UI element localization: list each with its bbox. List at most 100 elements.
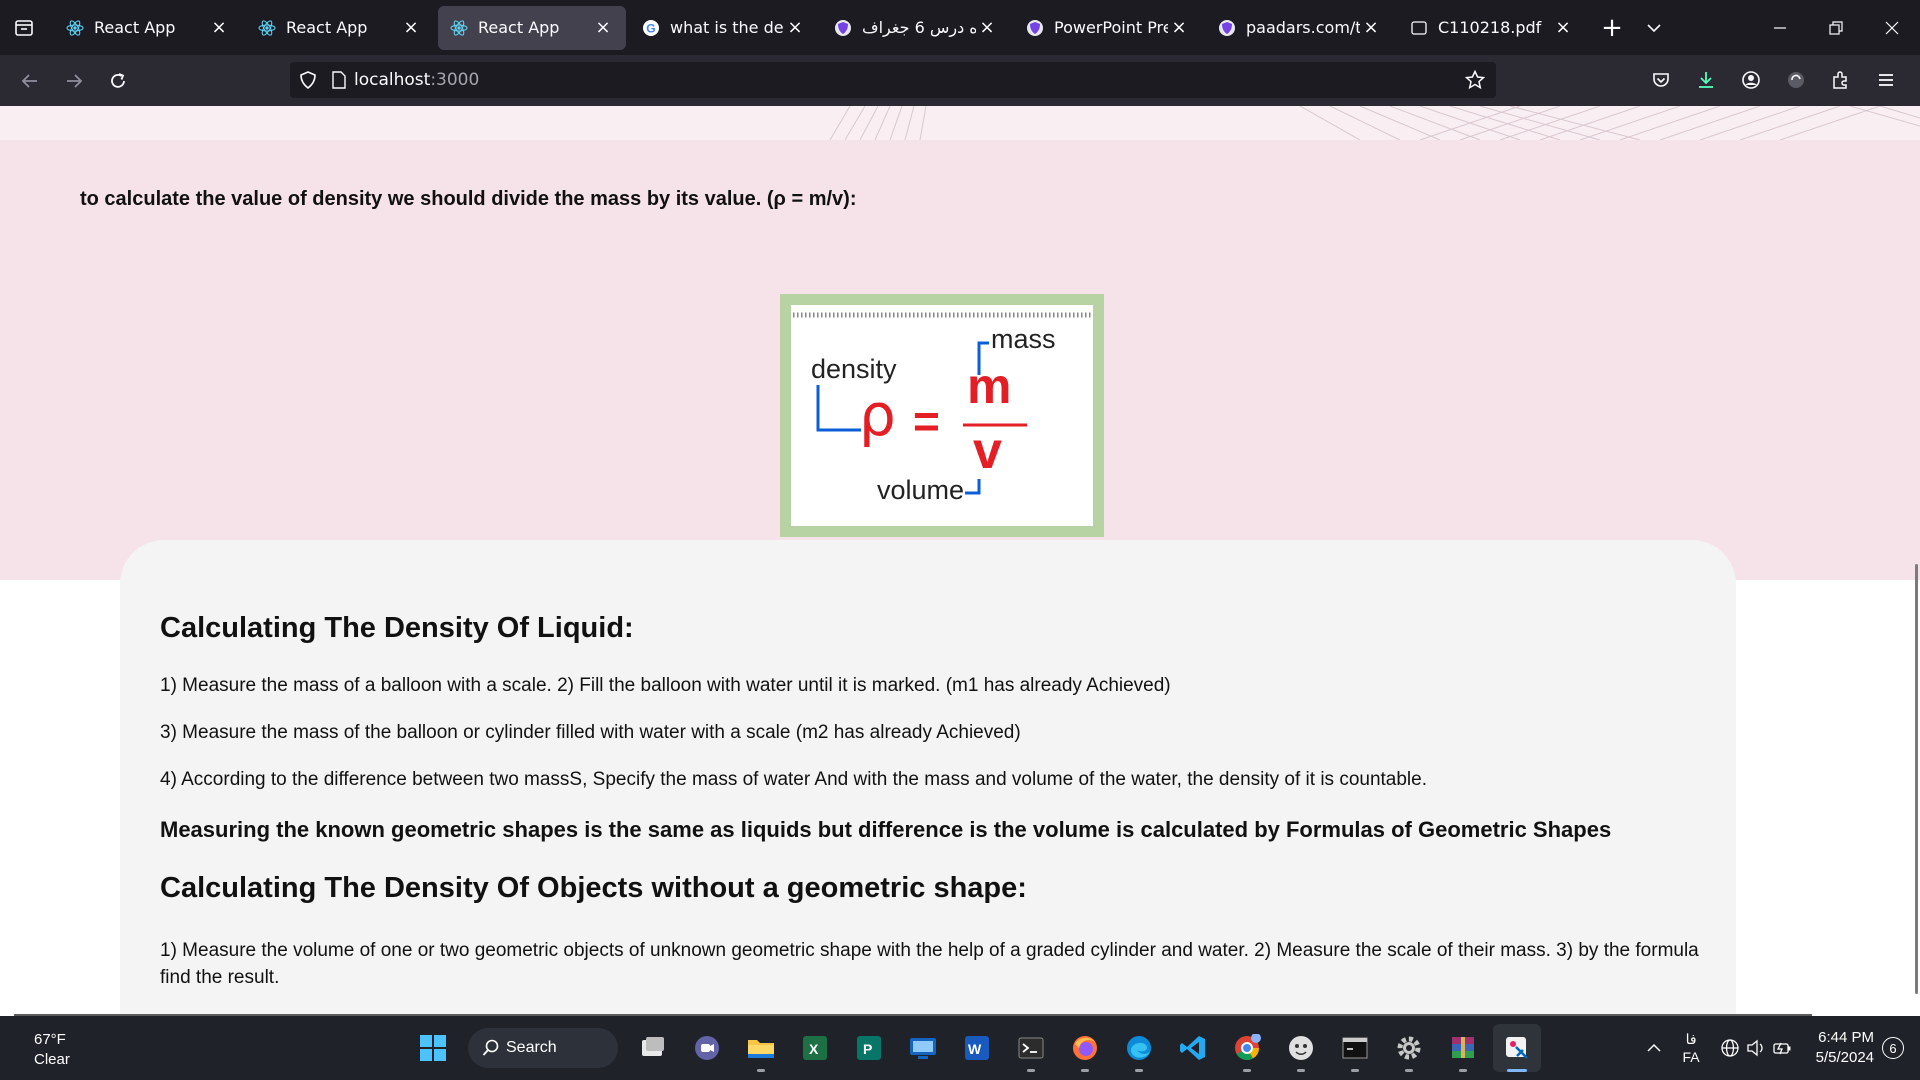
tab-close-icon[interactable]: × bbox=[1168, 17, 1190, 39]
browser-tab[interactable]: C110218.pdf × bbox=[1398, 6, 1586, 50]
pocket-button[interactable] bbox=[1638, 60, 1683, 100]
start-button[interactable] bbox=[409, 1024, 457, 1072]
publisher-button[interactable]: P bbox=[845, 1024, 893, 1072]
tab-title: جزوه درس 6 جغراف bbox=[862, 18, 976, 37]
extension-sync-button[interactable] bbox=[1773, 60, 1818, 100]
browser-tab[interactable]: React App × bbox=[438, 5, 626, 50]
browser-tab[interactable]: PowerPoint Presen× bbox=[1014, 6, 1202, 50]
command-prompt-icon bbox=[1342, 1037, 1368, 1059]
arrow-right-icon bbox=[67, 73, 83, 88]
browser-tab[interactable]: React App × bbox=[54, 6, 242, 50]
excel-icon: X bbox=[803, 1036, 827, 1060]
windows-logo-icon bbox=[420, 1035, 446, 1061]
irregular-step-1: 1) Measure the volume of one or two geom… bbox=[160, 940, 1699, 988]
url-text[interactable]: localhost:3000 bbox=[354, 70, 479, 90]
notification-center-button[interactable]: 6 bbox=[1882, 1037, 1904, 1059]
address-bar[interactable]: localhost:3000 bbox=[290, 62, 1496, 98]
browser-tab[interactable]: جزوه درس 6 جغراف× bbox=[822, 6, 1010, 50]
tab-close-icon[interactable]: × bbox=[400, 17, 422, 39]
monitor-app-icon bbox=[910, 1038, 936, 1059]
face-app-icon bbox=[1289, 1036, 1313, 1060]
account-button[interactable] bbox=[1728, 60, 1773, 100]
web-page: to calculate the value of density we sho… bbox=[0, 106, 1920, 1016]
browser-tab[interactable]: React App × bbox=[246, 6, 434, 50]
extensions-button[interactable] bbox=[1818, 60, 1863, 100]
tab-close-icon[interactable]: × bbox=[976, 17, 998, 39]
terminal-button[interactable] bbox=[1007, 1024, 1055, 1072]
file-explorer-button[interactable] bbox=[737, 1024, 785, 1072]
svg-text:P: P bbox=[863, 1041, 872, 1057]
pocket-icon bbox=[1652, 73, 1669, 87]
word-button[interactable]: W bbox=[953, 1024, 1001, 1072]
page-scrollbar[interactable] bbox=[1915, 564, 1918, 994]
input-language-indicator[interactable]: فا FA bbox=[1682, 1030, 1699, 1066]
formula-m: m bbox=[967, 358, 1011, 414]
star-icon bbox=[1465, 70, 1485, 90]
reload-button[interactable] bbox=[96, 61, 140, 101]
weather-condition: Clear bbox=[34, 1051, 70, 1068]
tab-close-icon[interactable]: × bbox=[784, 17, 806, 39]
downloads-button[interactable] bbox=[1683, 60, 1728, 100]
search-label: Search bbox=[506, 1039, 557, 1056]
snipping-tool-button[interactable] bbox=[1493, 1024, 1541, 1072]
sync-icon bbox=[1787, 72, 1804, 88]
chat-icon bbox=[695, 1036, 719, 1060]
clock-time: 6:44 PM bbox=[1818, 1029, 1874, 1046]
minimize-button[interactable] bbox=[1752, 0, 1808, 55]
back-button[interactable] bbox=[8, 61, 52, 101]
forward-button[interactable] bbox=[52, 61, 96, 101]
winrar-button[interactable] bbox=[1439, 1024, 1487, 1072]
edge-button[interactable] bbox=[1115, 1024, 1163, 1072]
vscode-button[interactable] bbox=[1169, 1024, 1217, 1072]
liquid-step-3: 4) According to the difference between t… bbox=[160, 769, 1427, 790]
page-info-icon[interactable] bbox=[326, 62, 352, 98]
firefox-button[interactable] bbox=[1061, 1024, 1109, 1072]
battery-icon bbox=[1772, 1042, 1791, 1055]
character-app-button[interactable] bbox=[1277, 1024, 1325, 1072]
liquid-step-2: 3) Measure the mass of the balloon or cy… bbox=[160, 722, 1021, 743]
language-script: فا bbox=[1685, 1031, 1697, 1047]
restore-button[interactable] bbox=[1808, 0, 1864, 55]
settings-button[interactable] bbox=[1385, 1024, 1433, 1072]
tracking-protection-shield-icon[interactable] bbox=[290, 62, 326, 98]
puzzle-icon bbox=[1832, 71, 1847, 89]
browser-tab[interactable]: Gwhat is the density× bbox=[630, 6, 818, 50]
list-all-tabs-button[interactable] bbox=[1634, 6, 1674, 50]
teams-chat-button[interactable] bbox=[683, 1024, 731, 1072]
tab-list-button[interactable] bbox=[0, 0, 48, 55]
screen-app-button[interactable] bbox=[899, 1024, 947, 1072]
task-view-button[interactable] bbox=[629, 1024, 677, 1072]
show-hidden-icons-button[interactable] bbox=[1646, 1040, 1662, 1056]
browser-tab[interactable]: paadars.com/them× bbox=[1206, 6, 1394, 50]
edge-icon bbox=[1127, 1036, 1151, 1060]
excel-button[interactable]: X bbox=[791, 1024, 839, 1072]
vscode-icon bbox=[1180, 1036, 1205, 1060]
clock[interactable]: 6:44 PM 5/5/2024 bbox=[1816, 1028, 1874, 1068]
word-icon: W bbox=[965, 1036, 989, 1060]
quick-settings-button[interactable] bbox=[1720, 1038, 1792, 1058]
plus-icon: + bbox=[1601, 12, 1623, 43]
hamburger-menu-icon bbox=[1878, 74, 1893, 86]
command-prompt-button[interactable] bbox=[1331, 1024, 1379, 1072]
close-window-button[interactable] bbox=[1864, 0, 1920, 55]
density-formula-image: mass density m ρ = v volume bbox=[780, 294, 1104, 537]
pdf-icon bbox=[1410, 19, 1428, 37]
formula-volume-label: volume bbox=[877, 475, 964, 505]
tab-close-icon[interactable]: × bbox=[1552, 17, 1574, 39]
tab-close-icon[interactable]: × bbox=[208, 17, 230, 39]
new-tab-button[interactable]: + bbox=[1590, 6, 1634, 50]
taskbar-search[interactable]: Search bbox=[468, 1028, 618, 1068]
weather-widget[interactable]: 67°F Clear bbox=[34, 1030, 70, 1070]
svg-text:G: G bbox=[646, 21, 655, 35]
bookmark-star-button[interactable] bbox=[1460, 65, 1490, 95]
tab-bar: React App × React App × React App × Gwhat is t… bbox=[0, 0, 1920, 55]
tab-close-icon[interactable]: × bbox=[1360, 17, 1382, 39]
tab-title: paadars.com/them bbox=[1246, 18, 1360, 37]
archive-icon bbox=[1452, 1037, 1474, 1058]
app-menu-button[interactable] bbox=[1863, 60, 1908, 100]
liquid-density-heading: Calculating The Density Of Liquid: bbox=[160, 612, 634, 644]
google-icon: G bbox=[642, 19, 660, 37]
tab-close-icon[interactable]: × bbox=[592, 17, 614, 39]
chrome-button[interactable] bbox=[1223, 1024, 1271, 1072]
formula-rho: ρ bbox=[859, 381, 896, 449]
